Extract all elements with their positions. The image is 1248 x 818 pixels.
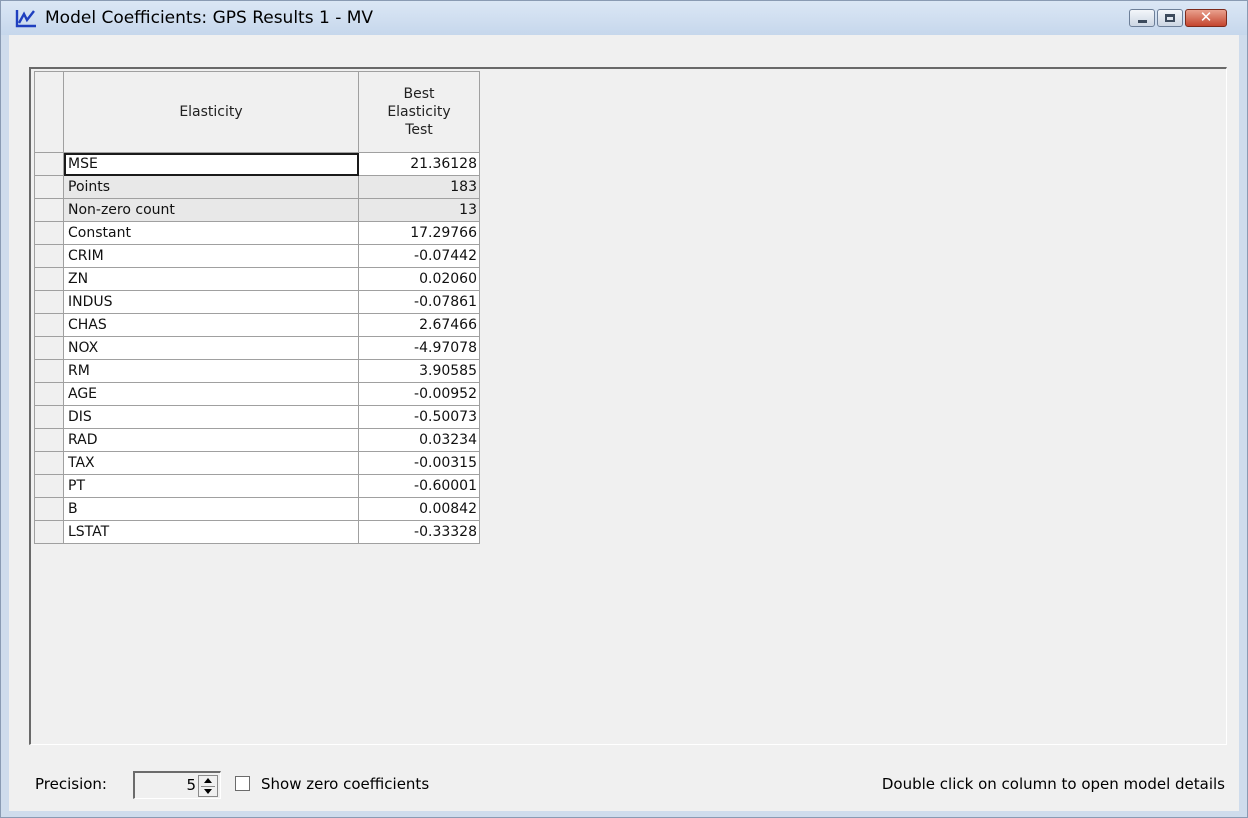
- row-header[interactable]: [34, 198, 64, 222]
- maximize-button[interactable]: [1157, 9, 1183, 27]
- precision-input[interactable]: 5: [133, 771, 221, 799]
- coefficient-name[interactable]: CRIM: [63, 244, 359, 268]
- coefficient-value[interactable]: -0.00315: [358, 451, 480, 475]
- spinner-buttons[interactable]: [198, 775, 218, 797]
- row-header[interactable]: [34, 497, 64, 521]
- table-row[interactable]: RM 3.90585: [34, 359, 480, 383]
- row-header[interactable]: [34, 382, 64, 406]
- row-header[interactable]: [34, 405, 64, 429]
- row-header[interactable]: [34, 244, 64, 268]
- coefficient-name[interactable]: Points: [63, 175, 359, 199]
- coefficient-name[interactable]: CHAS: [63, 313, 359, 337]
- coefficient-name[interactable]: TAX: [63, 451, 359, 475]
- column-header-elasticity[interactable]: Elasticity: [63, 71, 359, 153]
- coefficient-name[interactable]: B: [63, 497, 359, 521]
- corner-header: [34, 71, 64, 153]
- coefficient-value[interactable]: 0.03234: [358, 428, 480, 452]
- coefficient-value[interactable]: 183: [358, 175, 480, 199]
- coefficient-value[interactable]: 2.67466: [358, 313, 480, 337]
- coefficient-value[interactable]: -0.60001: [358, 474, 480, 498]
- coefficient-value[interactable]: 0.02060: [358, 267, 480, 291]
- minimize-button[interactable]: [1129, 9, 1155, 27]
- coefficient-value[interactable]: -0.07861: [358, 290, 480, 314]
- table-row[interactable]: NOX -4.97078: [34, 336, 480, 360]
- row-header[interactable]: [34, 175, 64, 199]
- arrow-down-icon[interactable]: [204, 789, 212, 794]
- coefficient-name[interactable]: Constant: [63, 221, 359, 245]
- maximize-icon: [1165, 14, 1175, 22]
- title-bar[interactable]: Model Coefficients: GPS Results 1 - MV ✕: [1, 1, 1247, 35]
- table-row[interactable]: Constant 17.29766: [34, 221, 480, 245]
- column-header-label: Best Elasticity Test: [387, 86, 451, 138]
- show-zero-coefficients-label[interactable]: Show zero coefficients: [261, 775, 429, 793]
- table-row[interactable]: Non-zero count 13: [34, 198, 480, 222]
- model-coefficients-window: Model Coefficients: GPS Results 1 - MV ✕…: [0, 0, 1248, 818]
- minimize-icon: [1138, 20, 1147, 23]
- coefficient-value[interactable]: 0.00842: [358, 497, 480, 521]
- arrow-up-icon[interactable]: [204, 778, 212, 783]
- coefficient-name[interactable]: DIS: [63, 405, 359, 429]
- spinner-divider: [201, 786, 215, 787]
- footer-bar: Precision: 5 Show zero coefficients Doub…: [35, 771, 1225, 799]
- precision-label: Precision:: [35, 775, 107, 793]
- row-header[interactable]: [34, 152, 64, 176]
- window-title: Model Coefficients: GPS Results 1 - MV: [45, 8, 374, 28]
- coefficient-value[interactable]: 17.29766: [358, 221, 480, 245]
- grid-body: MSE 21.36128 Points 183 Non-zero count 13 Cons…: [34, 152, 480, 544]
- coefficient-value[interactable]: 3.90585: [358, 359, 480, 383]
- table-row[interactable]: CHAS 2.67466: [34, 313, 480, 337]
- table-row[interactable]: CRIM -0.07442: [34, 244, 480, 268]
- row-header[interactable]: [34, 336, 64, 360]
- table-row[interactable]: INDUS -0.07861: [34, 290, 480, 314]
- coefficient-value[interactable]: -0.33328: [358, 520, 480, 544]
- coefficient-name[interactable]: RM: [63, 359, 359, 383]
- coefficient-name[interactable]: INDUS: [63, 290, 359, 314]
- column-header-best-elasticity-test[interactable]: Best Elasticity Test: [358, 71, 480, 153]
- coefficient-value[interactable]: 21.36128: [358, 152, 480, 176]
- show-zero-coefficients-checkbox[interactable]: [235, 776, 250, 791]
- coefficient-value[interactable]: -0.07442: [358, 244, 480, 268]
- table-row[interactable]: LSTAT -0.33328: [34, 520, 480, 544]
- row-header[interactable]: [34, 313, 64, 337]
- row-header[interactable]: [34, 290, 64, 314]
- coefficient-name[interactable]: ZN: [63, 267, 359, 291]
- coefficient-name[interactable]: MSE: [63, 152, 359, 176]
- coefficients-grid: Elasticity Best Elasticity Test MSE 21.36…: [34, 71, 480, 544]
- close-icon: ✕: [1199, 8, 1213, 26]
- table-row[interactable]: RAD 0.03234: [34, 428, 480, 452]
- table-row[interactable]: DIS -0.50073: [34, 405, 480, 429]
- row-header[interactable]: [34, 359, 64, 383]
- grid-header-row: Elasticity Best Elasticity Test: [34, 71, 480, 153]
- table-row[interactable]: PT -0.60001: [34, 474, 480, 498]
- table-row[interactable]: ZN 0.02060: [34, 267, 480, 291]
- precision-value: 5: [186, 776, 196, 794]
- window-controls: ✕: [1127, 8, 1227, 29]
- close-button[interactable]: ✕: [1185, 8, 1227, 27]
- hint-text: Double click on column to open model det…: [881, 775, 1225, 793]
- coefficient-name[interactable]: RAD: [63, 428, 359, 452]
- row-header[interactable]: [34, 520, 64, 544]
- table-row[interactable]: TAX -0.00315: [34, 451, 480, 475]
- coefficient-name[interactable]: AGE: [63, 382, 359, 406]
- coefficient-value[interactable]: -0.50073: [358, 405, 480, 429]
- coefficient-name[interactable]: LSTAT: [63, 520, 359, 544]
- table-row[interactable]: MSE 21.36128: [34, 152, 480, 176]
- coefficient-name[interactable]: PT: [63, 474, 359, 498]
- coefficient-name[interactable]: Non-zero count: [63, 198, 359, 222]
- coefficient-value[interactable]: -0.00952: [358, 382, 480, 406]
- table-row[interactable]: Points 183: [34, 175, 480, 199]
- coefficient-name[interactable]: NOX: [63, 336, 359, 360]
- coefficient-value[interactable]: 13: [358, 198, 480, 222]
- coefficient-value[interactable]: -4.97078: [358, 336, 480, 360]
- table-row[interactable]: AGE -0.00952: [34, 382, 480, 406]
- row-header[interactable]: [34, 221, 64, 245]
- row-header[interactable]: [34, 451, 64, 475]
- table-row[interactable]: B 0.00842: [34, 497, 480, 521]
- row-header[interactable]: [34, 428, 64, 452]
- line-chart-icon: [15, 10, 36, 28]
- row-header[interactable]: [34, 267, 64, 291]
- row-header[interactable]: [34, 474, 64, 498]
